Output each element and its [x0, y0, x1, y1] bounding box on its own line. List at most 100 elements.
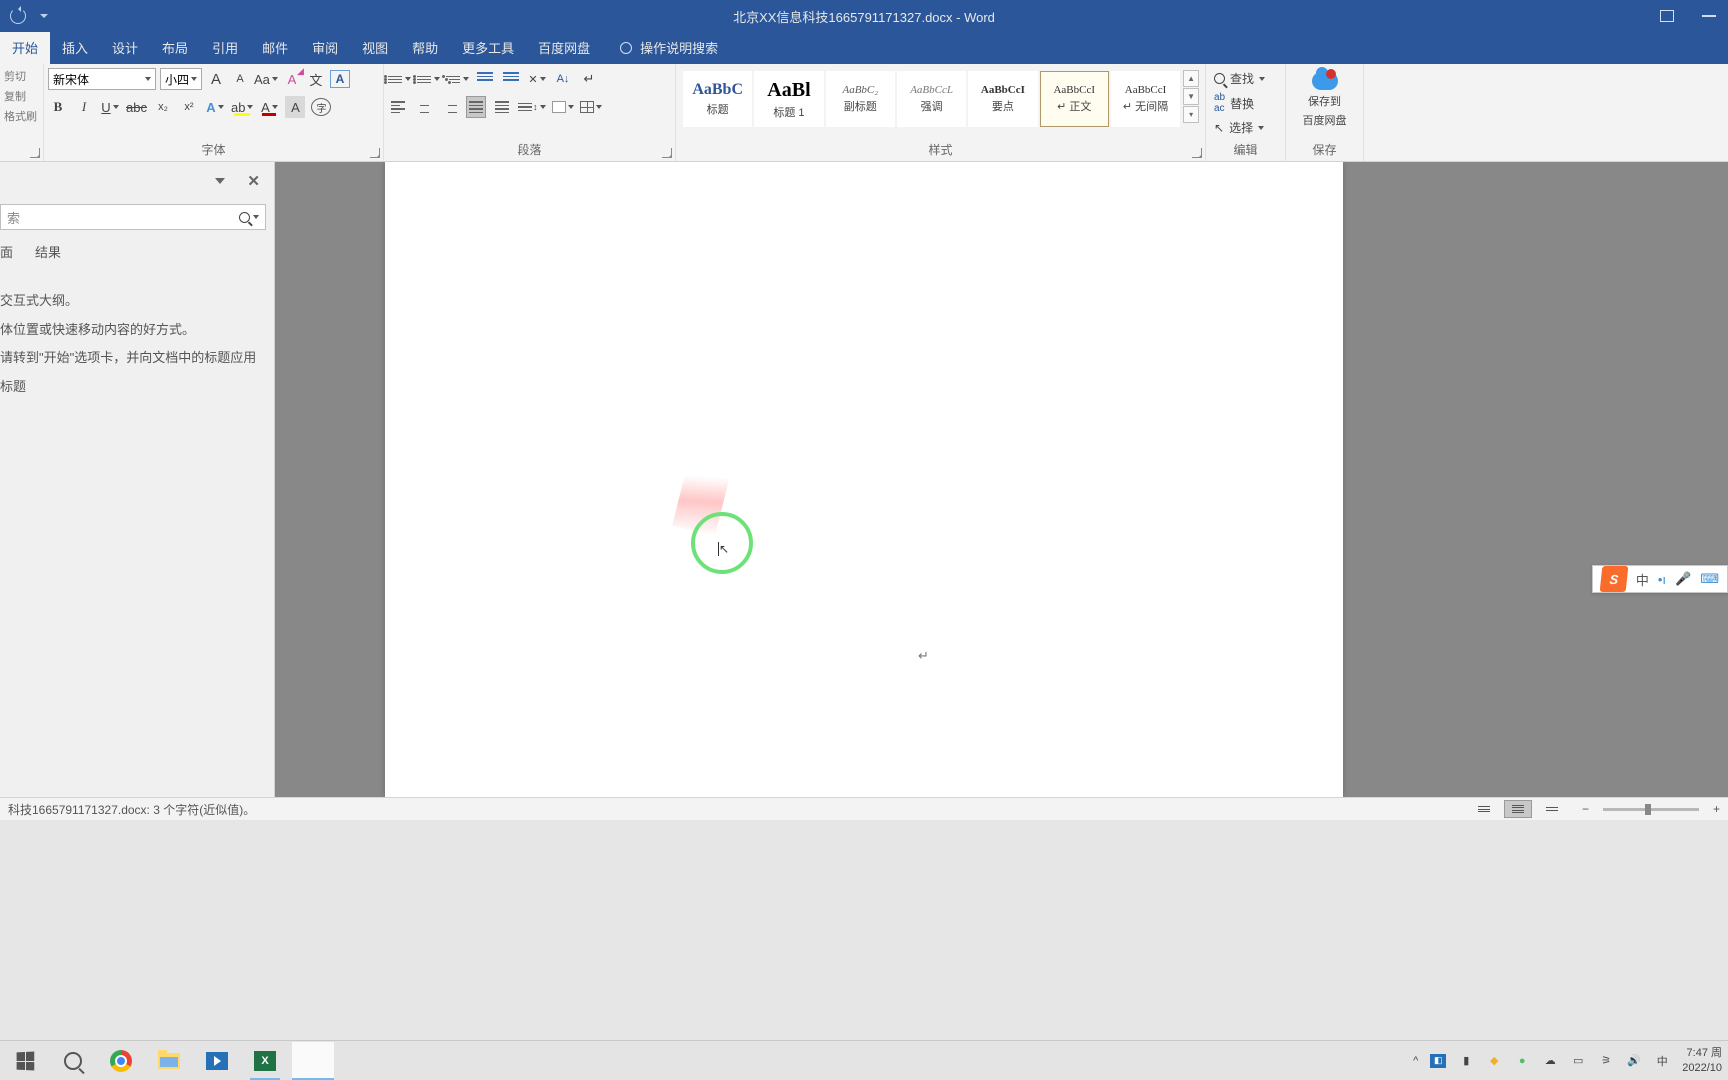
- ribbon-display-icon[interactable]: [1660, 10, 1674, 22]
- tray-usb-icon[interactable]: ▮: [1458, 1054, 1474, 1068]
- enclose-characters-button[interactable]: 字: [311, 98, 331, 116]
- align-right-button[interactable]: [440, 96, 460, 118]
- nav-tab-results[interactable]: 结果: [35, 242, 61, 261]
- copy-button[interactable]: 复制: [4, 88, 39, 104]
- sort-button[interactable]: A↓: [553, 68, 573, 90]
- nav-tab-pages[interactable]: 面: [0, 242, 13, 261]
- bold-button[interactable]: B: [48, 96, 68, 118]
- document-viewport[interactable]: ↖ ↵: [275, 162, 1728, 797]
- tray-ime-icon[interactable]: 中: [1654, 1054, 1670, 1068]
- font-color-button[interactable]: A: [259, 96, 279, 118]
- tray-cloud-icon[interactable]: ☁: [1542, 1054, 1558, 1068]
- styles-up-icon[interactable]: ▲: [1183, 70, 1199, 87]
- word-button[interactable]: [292, 1042, 334, 1080]
- save-to-baidu-button[interactable]: 保存到 百度网盘: [1290, 68, 1359, 128]
- styles-more-icon[interactable]: ▾: [1183, 106, 1199, 123]
- tell-me[interactable]: 操作说明搜索: [620, 38, 718, 64]
- tray-shield-icon[interactable]: ◆: [1486, 1054, 1502, 1068]
- clipboard-launcher-icon[interactable]: [30, 148, 40, 158]
- style-emphasis[interactable]: AaBbCcL强调: [897, 71, 966, 127]
- justify-button[interactable]: [466, 96, 486, 118]
- style-heading[interactable]: AaBbC标题: [683, 71, 752, 127]
- sogou-icon[interactable]: S: [1599, 566, 1628, 592]
- nav-options-icon[interactable]: [215, 178, 225, 184]
- tab-layout[interactable]: 布局: [150, 31, 200, 64]
- ime-lang[interactable]: 中: [1636, 570, 1649, 589]
- zoom-out-button[interactable]: −: [1582, 802, 1589, 816]
- tray-battery-icon[interactable]: ▭: [1570, 1054, 1586, 1068]
- decrease-indent-button[interactable]: [475, 68, 495, 90]
- bullets-button[interactable]: [388, 68, 411, 90]
- clear-formatting-button[interactable]: A◢: [282, 68, 302, 90]
- excel-button[interactable]: X: [244, 1042, 286, 1080]
- font-name-select[interactable]: 新宋体: [48, 68, 156, 90]
- borders-button[interactable]: [580, 96, 602, 118]
- superscript-button[interactable]: x: [179, 96, 199, 118]
- tab-help[interactable]: 帮助: [400, 31, 450, 64]
- font-launcher-icon[interactable]: [370, 148, 380, 158]
- style-key-point[interactable]: AaBbCcI要点: [968, 71, 1037, 127]
- nav-search-input[interactable]: 索: [0, 204, 266, 230]
- search-button[interactable]: [52, 1042, 94, 1080]
- start-button[interactable]: [4, 1042, 46, 1080]
- text-effects-button[interactable]: A: [205, 96, 225, 118]
- ime-punct[interactable]: •ı: [1658, 572, 1666, 587]
- styles-down-icon[interactable]: ▼: [1183, 88, 1199, 105]
- tab-view[interactable]: 视图: [350, 31, 400, 64]
- zoom-slider[interactable]: [1603, 808, 1699, 811]
- tab-mailings[interactable]: 邮件: [250, 31, 300, 64]
- web-layout-button[interactable]: [1538, 800, 1566, 818]
- document-page[interactable]: ↖ ↵: [385, 162, 1343, 797]
- cut-button[interactable]: 剪切: [4, 68, 39, 84]
- tray-clock[interactable]: 7:47 周 2022/10: [1682, 1046, 1722, 1075]
- tray-chevron-icon[interactable]: ^: [1413, 1055, 1418, 1067]
- tab-more-tools[interactable]: 更多工具: [450, 31, 526, 64]
- video-editor-button[interactable]: [196, 1042, 238, 1080]
- phonetic-guide-button[interactable]: 文: [306, 68, 326, 90]
- tab-references[interactable]: 引用: [200, 31, 250, 64]
- tray-volume-icon[interactable]: 🔊: [1626, 1054, 1642, 1068]
- tab-baidu[interactable]: 百度网盘: [526, 31, 602, 64]
- strikethrough-button[interactable]: abc: [126, 96, 147, 118]
- tab-review[interactable]: 审阅: [300, 31, 350, 64]
- read-mode-button[interactable]: [1470, 800, 1498, 818]
- show-marks-button[interactable]: ↵: [579, 68, 599, 90]
- refresh-icon[interactable]: [10, 8, 26, 24]
- minimize-icon[interactable]: [1702, 15, 1716, 17]
- close-icon[interactable]: ✕: [247, 172, 260, 190]
- character-border-button[interactable]: A: [330, 70, 350, 88]
- underline-button[interactable]: U: [100, 96, 120, 118]
- multilevel-list-button[interactable]: [446, 68, 469, 90]
- select-button[interactable]: ↖选择: [1214, 119, 1277, 136]
- format-painter-button[interactable]: 格式刷: [4, 108, 39, 124]
- increase-indent-button[interactable]: [501, 68, 521, 90]
- highlight-button[interactable]: ab: [231, 96, 253, 118]
- italic-button[interactable]: I: [74, 96, 94, 118]
- line-spacing-button[interactable]: ↕: [518, 96, 546, 118]
- zoom-in-button[interactable]: +: [1713, 802, 1720, 816]
- styles-launcher-icon[interactable]: [1192, 148, 1202, 158]
- align-center-button[interactable]: [414, 96, 434, 118]
- subscript-button[interactable]: x: [153, 96, 173, 118]
- keyboard-icon[interactable]: ⌨: [1700, 571, 1719, 587]
- tab-insert[interactable]: 插入: [50, 31, 100, 64]
- tray-wifi-icon[interactable]: ⚞: [1598, 1054, 1614, 1068]
- align-left-button[interactable]: [388, 96, 408, 118]
- change-case-button[interactable]: Aa: [254, 68, 278, 90]
- style-heading1[interactable]: AaBl标题 1: [754, 71, 823, 127]
- shading-button[interactable]: [552, 96, 574, 118]
- style-subtitle[interactable]: AaBbC副标题: [826, 71, 895, 127]
- character-shading-button[interactable]: A: [285, 96, 305, 118]
- numbering-button[interactable]: [417, 68, 440, 90]
- grow-font-button[interactable]: A: [206, 68, 226, 90]
- style-normal[interactable]: AaBbCcI↵ 正文: [1040, 71, 1109, 127]
- tray-wechat-icon[interactable]: ●: [1514, 1054, 1530, 1068]
- shrink-font-button[interactable]: A: [230, 68, 250, 90]
- explorer-button[interactable]: [148, 1042, 190, 1080]
- tray-app-icon[interactable]: ◧: [1430, 1054, 1446, 1068]
- font-size-select[interactable]: 小四: [160, 68, 202, 90]
- style-no-spacing[interactable]: AaBbCcI↵ 无间隔: [1111, 71, 1180, 127]
- distribute-button[interactable]: [492, 96, 512, 118]
- paragraph-launcher-icon[interactable]: [662, 148, 672, 158]
- find-button[interactable]: 查找: [1214, 70, 1277, 87]
